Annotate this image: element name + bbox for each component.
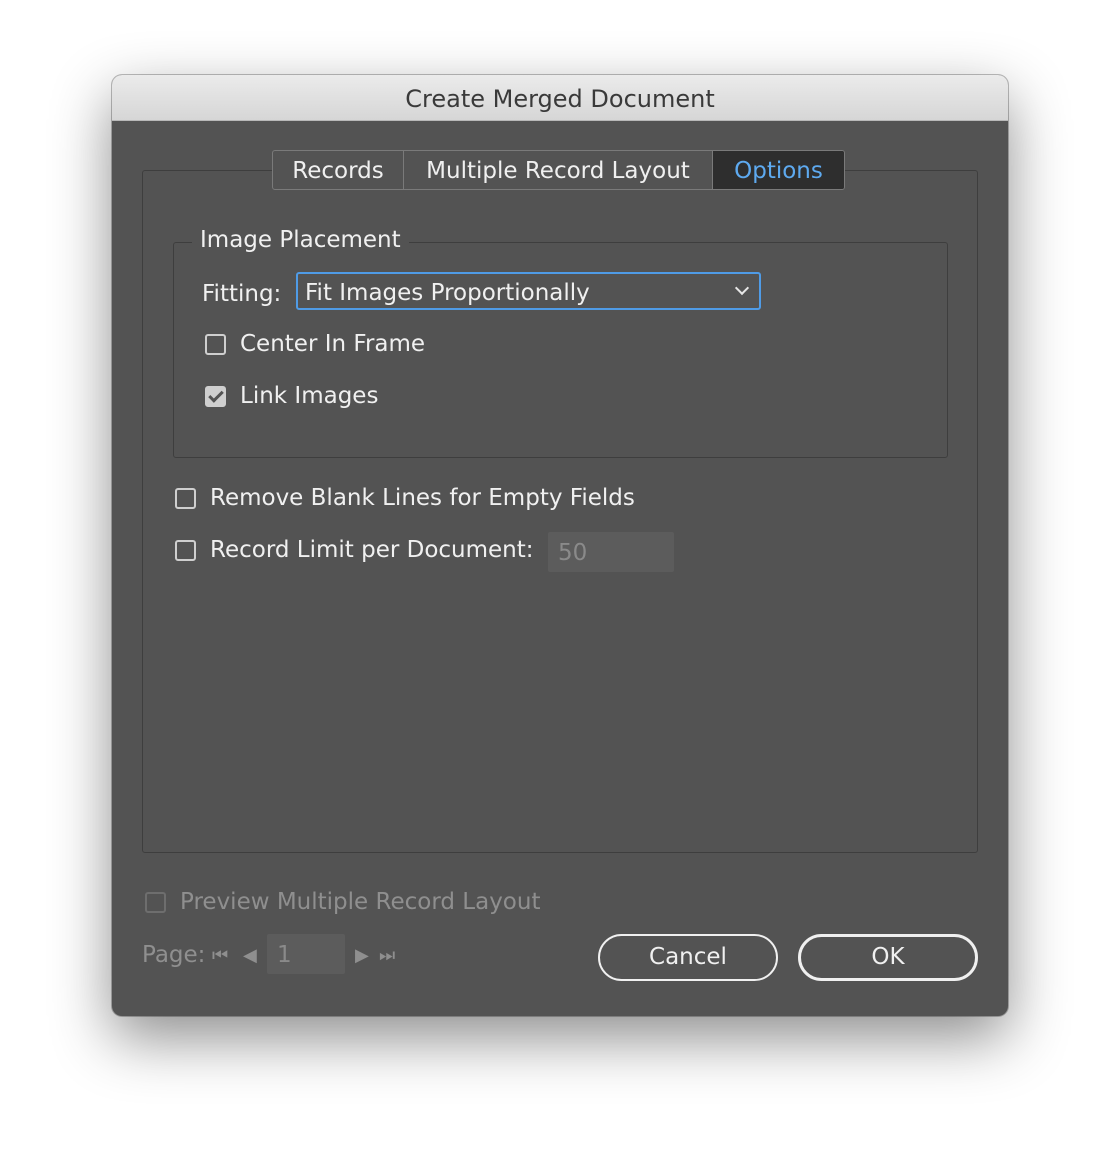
link-images-label[interactable]: Link Images	[240, 383, 378, 409]
last-page-icon[interactable]: ⏭	[379, 945, 395, 966]
ok-button[interactable]: OK	[798, 934, 978, 981]
preview-layout-checkbox[interactable]	[145, 892, 166, 913]
fitting-select-value: Fit Images Proportionally	[305, 280, 590, 306]
remove-blank-lines-label[interactable]: Remove Blank Lines for Empty Fields	[210, 485, 635, 511]
first-page-icon[interactable]: ⏮	[212, 945, 228, 966]
window-title: Create Merged Document	[405, 85, 715, 113]
create-merged-document-dialog: Create Merged Document Image Placement F…	[112, 75, 1008, 1016]
link-images-checkbox[interactable]	[205, 386, 226, 407]
next-page-icon[interactable]: ▶	[355, 945, 369, 966]
record-limit-input[interactable]: 50	[548, 532, 674, 572]
center-in-frame-label[interactable]: Center In Frame	[240, 331, 425, 357]
page-number-input[interactable]: 1	[267, 934, 345, 974]
image-placement-legend: Image Placement	[192, 227, 409, 253]
record-limit-label[interactable]: Record Limit per Document:	[210, 537, 534, 563]
remove-blank-lines-checkbox[interactable]	[175, 488, 196, 509]
tab-multiple-record-layout[interactable]: Multiple Record Layout	[404, 151, 713, 189]
chevron-down-icon	[734, 280, 750, 296]
page-label: Page:	[142, 942, 206, 968]
fitting-select[interactable]: Fit Images Proportionally	[296, 272, 761, 310]
fitting-label: Fitting:	[202, 281, 282, 307]
center-in-frame-checkbox[interactable]	[205, 334, 226, 355]
preview-layout-label: Preview Multiple Record Layout	[180, 889, 541, 915]
previous-page-icon[interactable]: ◀	[243, 945, 257, 966]
tab-records[interactable]: Records	[273, 151, 404, 189]
tab-bar: Records Multiple Record Layout Options	[272, 150, 845, 190]
cancel-button[interactable]: Cancel	[598, 934, 778, 981]
window-titlebar[interactable]: Create Merged Document	[112, 75, 1008, 121]
record-limit-checkbox[interactable]	[175, 540, 196, 561]
tab-options[interactable]: Options	[713, 151, 844, 189]
